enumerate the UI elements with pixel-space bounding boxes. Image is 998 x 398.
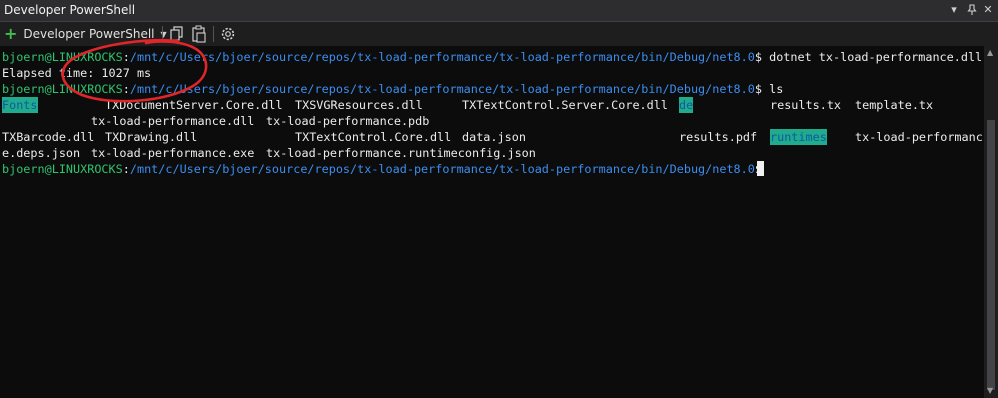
paste-icon[interactable] <box>191 25 207 43</box>
file-entry: TXSVGResources.dll <box>295 98 423 112</box>
file-entry: TXDrawing.dll <box>105 130 198 144</box>
command-text: dotnet tx-load-performance.dll <box>769 50 983 64</box>
file-entry: tx-load-performance.exe <box>91 146 255 160</box>
file-entry: results.tx <box>770 98 842 112</box>
title-bar: Developer PowerShell ▾ ✕ <box>0 0 998 22</box>
prompt-line: bjoern@LINUXROCKS:/mnt/c/Users/bjoer/sou… <box>2 81 783 97</box>
file-entry: tx-load-performanc <box>855 130 983 144</box>
file-entry: data.json <box>462 130 526 144</box>
plus-icon: + <box>4 24 18 43</box>
text-cursor <box>757 161 764 176</box>
scroll-down-icon[interactable]: ▼ <box>987 386 993 395</box>
prompt-separator: : <box>122 162 130 176</box>
close-icon[interactable]: ✕ <box>978 1 998 19</box>
prompt-path: /mnt/c/Users/bjoer/source/repos/tx-load-… <box>129 50 755 64</box>
file-entry: TXTextControl.Core.dll <box>295 130 452 144</box>
scroll-up-icon[interactable]: ▲ <box>987 48 993 57</box>
prompt-user: bjoern@LINUXROCKS <box>2 50 123 64</box>
prompt-separator: : <box>122 82 130 96</box>
file-entry: results.pdf <box>679 130 758 144</box>
output-line: Elapsed time: 1027 ms <box>2 66 152 80</box>
prompt-line: bjoern@LINUXROCKS:/mnt/c/Users/bjoer/sou… <box>2 49 982 65</box>
scrollbar-thumb[interactable] <box>987 120 995 390</box>
window-title: Developer PowerShell <box>4 3 136 17</box>
new-terminal-button[interactable]: + Developer PowerShell ▼ <box>4 24 167 44</box>
profile-label: Developer PowerShell <box>23 27 155 41</box>
toolbar-divider <box>162 26 163 42</box>
file-entry: tx-load-performance.dll <box>91 114 255 128</box>
dir-entry: de <box>679 97 694 113</box>
file-entry: TXDocumentServer.Core.dll <box>105 98 283 112</box>
prompt-user: bjoern@LINUXROCKS <box>2 82 123 96</box>
prompt-user: bjoern@LINUXROCKS <box>2 162 123 176</box>
terminal-toolbar: + Developer PowerShell ▼ <box>0 22 998 45</box>
prompt-path: /mnt/c/Users/bjoer/source/repos/tx-load-… <box>129 162 755 176</box>
file-entry: tx-load-performance.runtimeconfig.json <box>266 146 536 160</box>
dir-entry: runtimes <box>770 129 827 145</box>
gear-icon[interactable] <box>220 25 236 43</box>
prompt-line: bjoern@LINUXROCKS:/mnt/c/Users/bjoer/sou… <box>2 161 769 177</box>
toolbar-divider <box>213 26 214 42</box>
prompt-dollar: $ <box>754 82 770 96</box>
file-entry: TXTextControl.Server.Core.dll <box>462 98 668 112</box>
file-entry: TXBarcode.dll <box>2 130 95 144</box>
file-entry: tx-load-performance.pdb <box>266 114 430 128</box>
terminal-output[interactable]: bjoern@LINUXROCKS:/mnt/c/Users/bjoer/sou… <box>0 46 984 398</box>
scrollbar[interactable]: ▲ ▼ <box>984 46 998 398</box>
prompt-dollar: $ <box>754 50 770 64</box>
prompt-separator: : <box>122 50 130 64</box>
command-text: ls <box>769 82 784 96</box>
dir-entry: Fonts <box>2 97 38 113</box>
file-entry: e.deps.json <box>2 146 81 160</box>
prompt-path: /mnt/c/Users/bjoer/source/repos/tx-load-… <box>129 82 755 96</box>
tab-menu-icon[interactable]: ▾ <box>944 1 964 19</box>
file-entry: template.tx <box>855 98 934 112</box>
copy-icon[interactable] <box>169 25 185 43</box>
